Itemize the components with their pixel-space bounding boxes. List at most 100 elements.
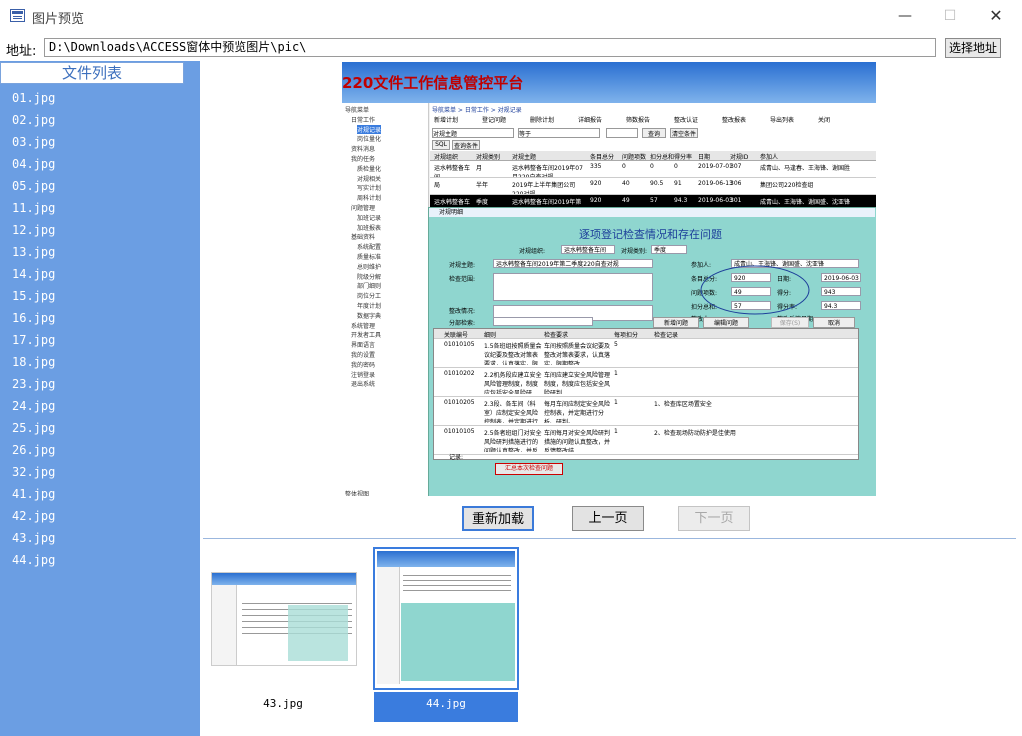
file-list-item[interactable]: 44.jpg (12, 553, 55, 567)
preview-table-cell: 0 (650, 163, 654, 170)
preview-nav-item: 写实计划 (357, 185, 382, 193)
preview-toolbar-item: 关闭 (818, 117, 831, 124)
preview-nav-item: 岗位量化 (357, 136, 382, 144)
preview-toolbar-item: 新增计划 (434, 117, 459, 124)
preview-table-header-cell: 日期 (698, 154, 711, 161)
file-list-item[interactable]: 13.jpg (12, 245, 55, 259)
file-list-item[interactable]: 26.jpg (12, 443, 55, 457)
preview-table-row: 运水韩整备车间月 运水韩整备车间2019年07月220自查对规 335 0 0 0 2019… (430, 161, 876, 178)
preview-nav-item: 开发者工具 (351, 332, 382, 340)
thumb-dialog (401, 603, 515, 681)
dlg-detail-cell: 2.2机务段应建立安全风险管理制度，制度应包括安全风险研判、研判、评估办法 (484, 372, 542, 394)
preview-table-header-cell: 条目总分 (590, 154, 615, 161)
file-list-item[interactable]: 18.jpg (12, 355, 55, 369)
dlg-detail-header-cell: 关联编号 (444, 332, 469, 339)
preview-filter-value (606, 128, 638, 138)
dlg-detail-cell: 每月车间应制定安全风险控制表，并定期进行分析、研判。 (544, 401, 611, 423)
preview-table-cell: 成青山、马逢春、王海锋、谢国胜 (760, 165, 851, 172)
preview-table-header-cell: 对规组织 (434, 154, 459, 161)
maximize-button[interactable]: ☐ (935, 6, 965, 26)
file-list-item[interactable]: 25.jpg (12, 421, 55, 435)
dlg-summary-button: 汇总本次检查问题 (495, 463, 563, 475)
dlg-org-value: 运水韩整备车间 (561, 245, 615, 254)
file-list-item[interactable]: 43.jpg (12, 531, 55, 545)
dlg-type-value: 季度 (651, 245, 687, 254)
file-list-item[interactable]: 11.jpg (12, 201, 55, 215)
file-list-item[interactable]: 23.jpg (12, 377, 55, 391)
preview-query-button: 查询 (642, 128, 666, 138)
preview-nav-item: 注销登录 (351, 371, 376, 379)
preview-table-cell: 335 (590, 163, 602, 170)
dlg-scope-label: 检查范围: (449, 276, 476, 283)
dlg-detail-header-cell: 每项扣分 (614, 332, 639, 339)
preview-nav-item: 问题管理 (351, 205, 376, 212)
next-page-button[interactable]: 下一页 (678, 506, 750, 531)
thumb-nav (212, 585, 237, 665)
dlg-save-button: 保存(S) (771, 317, 809, 328)
file-list-item[interactable]: 24.jpg (12, 399, 55, 413)
dlg-detail-cell (654, 370, 844, 394)
annotation-ellipse (700, 265, 810, 315)
preview-toolbar-item: 登记问题 (482, 117, 507, 124)
preview-image: 220文件工作信息管控平台 导航菜单 日常工作 对规记录 岗位量化 资料消息 我的任务 质检… (342, 62, 876, 496)
choose-address-button[interactable]: 选择地址 (945, 38, 1001, 58)
dlg-record-label: 记录: (449, 454, 464, 461)
dlg-detail-cell: 1 (614, 428, 618, 435)
dlg-detail-cell: 1 (614, 370, 618, 377)
thumb-banner (212, 573, 356, 585)
preview-table-cell: 2019年上半年集团公司220对规 (512, 182, 576, 194)
file-list-header: 文件列表 (0, 62, 184, 84)
preview-toolbar-item: 整改认证 (674, 117, 699, 124)
file-list-item[interactable]: 17.jpg (12, 333, 55, 347)
file-list-item[interactable]: 16.jpg (12, 311, 55, 325)
prev-page-button[interactable]: 上一页 (572, 506, 644, 531)
file-list-item[interactable]: 05.jpg (12, 179, 55, 193)
preview-table-cell: 集团公司220检查组 (760, 182, 814, 189)
file-list-item[interactable]: 15.jpg (12, 289, 55, 303)
dlg-detail-cell: 2.3段、各车间（科室）应制定安全风险控制表，并定期进行分析、研判。 (484, 401, 539, 423)
preview-table-cell: 40 (622, 180, 630, 187)
dlg-detail-cell: 01010205 (444, 399, 475, 406)
preview-nav-item: 岗位分工 (357, 293, 382, 301)
file-list-item[interactable]: 41.jpg (12, 487, 55, 501)
thumb-rows (242, 603, 352, 604)
file-list-item[interactable]: 42.jpg (12, 509, 55, 523)
dlg-rectify-label: 整改情况: (449, 308, 476, 315)
dlg-edit-issue-button: 编辑问题 (703, 317, 749, 328)
reload-button[interactable]: 重新加载 (462, 506, 534, 531)
preview-toolbar-item: 删除计划 (530, 117, 555, 124)
address-input[interactable]: D:\Downloads\ACCESS窗体中预览图片\pic\ (44, 38, 936, 57)
preview-table-header-cell: 对规主题 (512, 154, 537, 161)
file-list-item[interactable]: 03.jpg (12, 135, 55, 149)
dlg-detail-header: 关联编号 细则 检查要求 每项扣分 检查记录 (434, 329, 858, 339)
dlg-topic-label: 对规主题: (449, 262, 476, 269)
file-list-item[interactable]: 01.jpg (12, 91, 55, 105)
preview-table-cell: 90.5 (650, 180, 664, 187)
preview-filter-field: 对规主题 (432, 128, 514, 138)
preview-sql-tab: SQL (432, 140, 450, 150)
preview-table-cell: 2019-06-13 (698, 180, 733, 187)
preview-breadcrumb: 导航菜单 > 日常工作 > 对规记录 (432, 107, 522, 114)
dlg-category-value (493, 317, 593, 326)
preview-nav-item: 整体视图 (345, 491, 370, 496)
preview-table-cell: 0 (674, 163, 678, 170)
file-list-item[interactable]: 04.jpg (12, 157, 55, 171)
thumbnail-43[interactable] (211, 572, 357, 666)
preview-toolbar-item: 导出列表 (770, 117, 795, 124)
thumbnail-44[interactable] (377, 551, 515, 684)
file-list-item[interactable]: 02.jpg (12, 113, 55, 127)
dlg-detail-cell: 车间应建立安全风险管理制度，制度应包括安全风险研判 (544, 372, 611, 394)
minimize-button[interactable]: — (890, 6, 920, 26)
preview-nav-item: 我的密码 (351, 361, 376, 369)
preview-nav-item: 对规相关 (357, 175, 382, 183)
thumbnail-44-label: 44.jpg (426, 697, 466, 710)
file-list-item[interactable]: 12.jpg (12, 223, 55, 237)
file-list-item[interactable]: 14.jpg (12, 267, 55, 281)
close-button[interactable]: ✕ (981, 6, 1011, 26)
preview-table-header-cell: 问题项数 (622, 154, 647, 161)
preview-nav-item: 总则维护 (357, 263, 382, 271)
dlg-detail-row: 01010105 2.5各者班组门对安全风险研判措施进行的问题认真整改，并反馈整改… (434, 426, 858, 455)
preview-table-cell: 0 (622, 163, 626, 170)
preview-nav-tree: 导航菜单 日常工作 对规记录 岗位量化 资料消息 我的任务 质检量化 对规相关 写实计划 周科计划… (342, 103, 429, 496)
file-list-item[interactable]: 32.jpg (12, 465, 55, 479)
